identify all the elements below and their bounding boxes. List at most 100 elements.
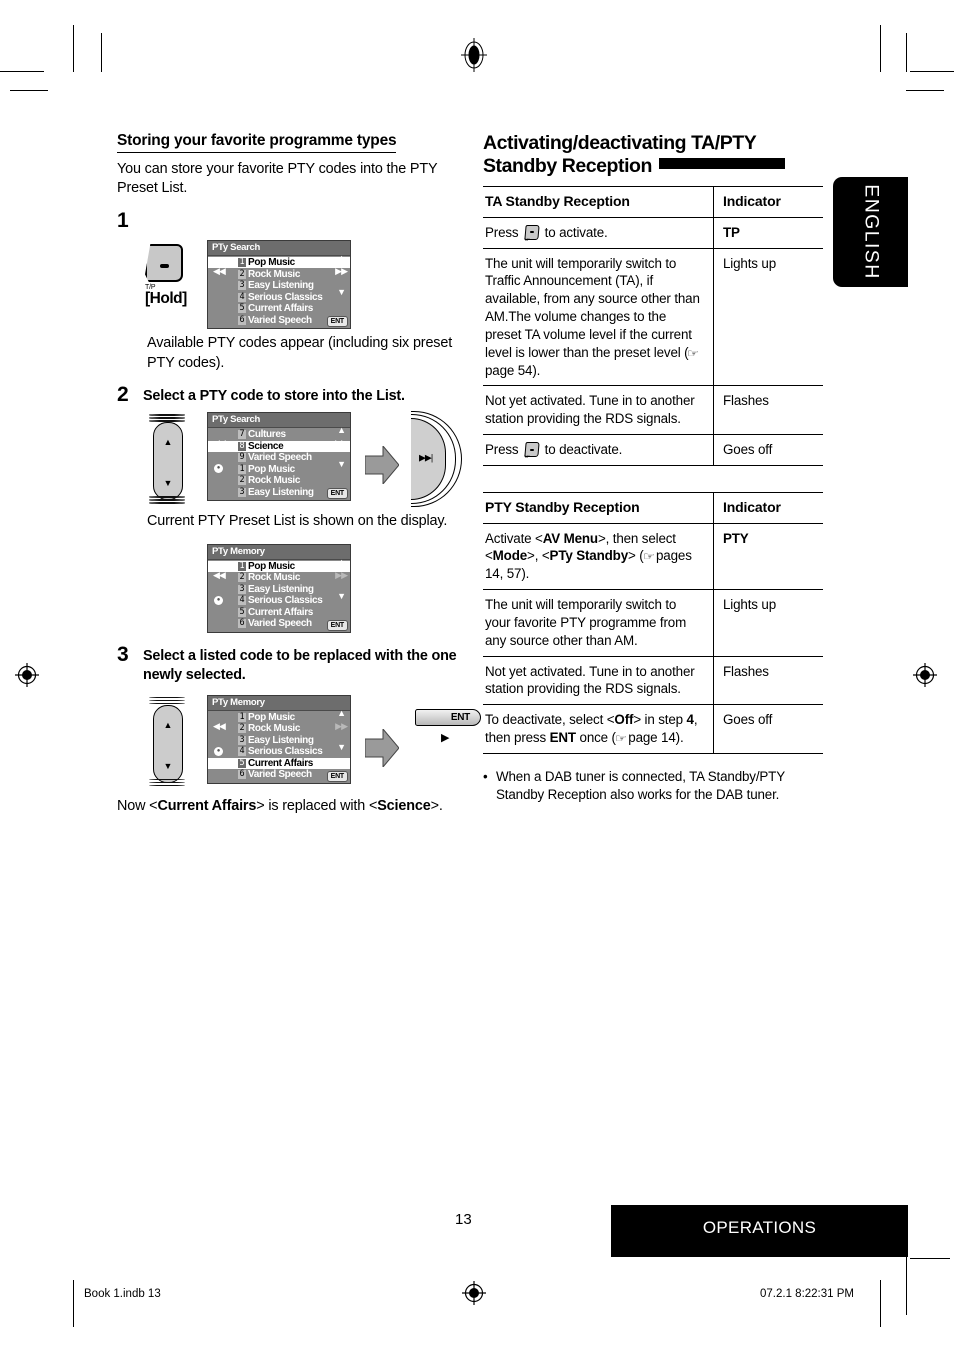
ta-row-description: Press T/P to deactivate. (483, 434, 714, 466)
page-title-line2: Standby Reception (483, 154, 652, 177)
next-track-button: ▶▶| (411, 411, 471, 508)
enter-circle-icon: ● (214, 462, 223, 474)
ent-button-graphic: ENT ▶ (415, 708, 487, 744)
lcd-display-step2b: PTy Memory 1 Pop Music 2 Rock Music 3 Easy Li… (207, 543, 351, 633)
crop-mark (880, 25, 882, 72)
lcd-item-number: 5 (238, 606, 246, 617)
scroll-wheel-control: ▲ ▼ (145, 414, 191, 506)
dab-note-text: When a DAB tuner is connected, TA Standb… (496, 768, 785, 802)
lcd-item-number: 3 (238, 734, 246, 745)
page-title: Activating/deactivating TA/PTY Standby R… (483, 132, 823, 177)
lcd-item-number: 9 (238, 452, 246, 463)
lcd-item-label: Rock Music (248, 475, 301, 487)
crop-mark (73, 1280, 75, 1327)
section-banner: OPERATIONS (611, 1205, 908, 1257)
ta-row-indicator: Flashes (713, 385, 823, 436)
lcd-item-label: Pop Music (248, 463, 295, 475)
wheel-up-arrow-icon: ▲ (163, 719, 173, 730)
lcd-item-label: Serious Classics (248, 746, 323, 758)
lcd-list-item: 2 Rock Music (208, 572, 350, 584)
next-track-icon: ▶▶ (335, 438, 348, 449)
lcd-title: PTy Search (208, 413, 350, 429)
lcd-item-number: 6 (238, 618, 246, 629)
wheel-motion-lines-bottom (149, 496, 185, 506)
right-column: Activating/deactivating TA/PTY Standby R… (483, 132, 823, 804)
bullet-icon: • (483, 768, 488, 784)
lcd-list-item: 8 Science (208, 440, 350, 453)
table-header-row: TA Standby Reception Indicator (483, 187, 823, 218)
wheel-body: ▲ ▼ (153, 422, 183, 501)
crop-mark (880, 1280, 882, 1327)
lcd-list-item: 4 Serious Classics (208, 291, 350, 303)
crop-mark (906, 90, 944, 92)
prev-track-icon: ◀◀ (213, 438, 226, 449)
table-row: Activate <AV Menu>, then select <Mode>, … (483, 523, 823, 591)
lcd-item-label: Varied Speech (248, 769, 312, 781)
lcd-item-number: 1 (238, 257, 246, 268)
section-heading: Storing your favorite programme types (117, 132, 397, 153)
tp-button-hold-label: [Hold] (145, 290, 187, 308)
pty-standby-table-wrap: PTY Standby Reception Indicator Activate… (483, 491, 823, 754)
step-1-number: 1 (117, 208, 129, 232)
flow-arrow-icon (365, 703, 399, 795)
crop-mark (10, 90, 48, 92)
lcd-display-step1: PTy Search 1 Pop Music 2 Rock Music 3 Easy Li… (207, 240, 351, 329)
ta-row-description: The unit will temporarily switch to Traf… (483, 248, 714, 387)
wheel-motion-lines-bottom (149, 778, 185, 789)
table-row: Press T/P to deactivate. Goes off (483, 434, 823, 466)
lcd-list-item: 2 Rock Music (208, 475, 350, 487)
crop-mark (73, 25, 75, 72)
lcd-item-label: Rock Music (248, 572, 301, 584)
step-1: 1 (117, 208, 457, 232)
language-tab-label: ENGLISH (860, 184, 882, 280)
crop-mark (906, 1255, 908, 1315)
wheel-up-arrow-icon: ▲ (163, 437, 173, 448)
pty-row-indicator: Goes off (713, 704, 823, 754)
lcd-item-number: 3 (238, 583, 246, 594)
lcd-item-number: 2 (238, 723, 246, 734)
registration-mark (461, 1280, 487, 1306)
section-banner-label: OPERATIONS (702, 1218, 817, 1237)
lcd-list-item: 5 Current Affairs (208, 607, 350, 619)
lcd-item-label: Current Affairs (248, 757, 313, 769)
tp-button-inline-icon: T/P (524, 224, 540, 242)
ta-standby-table-wrap: TA Standby Reception Indicator Press T/P… (483, 186, 823, 466)
pty-row-description: Activate <AV Menu>, then select <Mode>, … (483, 523, 714, 591)
next-track-icon: ▶▶ (335, 569, 348, 580)
lcd-item-number: 4 (238, 291, 246, 302)
crop-mark (906, 33, 908, 72)
next-track-icon: ▶▶ (335, 266, 348, 277)
table-row: The unit will temporarily switch to Traf… (483, 248, 823, 387)
step-2-illustration-2: PTy Memory 1 Pop Music 2 Rock Music 3 Easy Li… (143, 538, 457, 633)
lcd-item-label: Pop Music (248, 257, 295, 269)
enter-circle-icon: ● (214, 594, 223, 605)
dab-note: • When a DAB tuner is connected, TA Stan… (483, 768, 823, 804)
registration-mark (14, 662, 40, 688)
table-row: Press T/P to activate. TP (483, 217, 823, 249)
registration-mark (912, 662, 938, 688)
step-2: 2 Select a PTY code to store into the Li… (117, 384, 457, 406)
lcd-item-number: 6 (238, 314, 246, 325)
lcd-display-step2: PTy Search 7 Cultures 8 Science 9 Varied Spee… (207, 412, 351, 502)
left-column: Storing your favorite programme types Yo… (117, 132, 481, 816)
ta-row-indicator: Goes off (713, 434, 823, 466)
page-title-line1: Activating/deactivating TA/PTY (483, 132, 757, 154)
ta-standby-table: TA Standby Reception Indicator Press T/P… (483, 187, 823, 466)
print-timestamp: 07.2.1 8:22:31 PM (760, 1288, 854, 1300)
title-rule (658, 157, 785, 169)
lcd-item-label: Rock Music (248, 268, 301, 280)
crop-mark (101, 33, 103, 72)
lcd-display-step3: PTy Memory 1 Pop Music 2 Rock Music 3 Easy Li… (207, 694, 351, 784)
step-3-number: 3 (117, 642, 129, 666)
step-2-illustration: ▲ ▼ PTy Search 7 Cultures 8 Science 9 Varied … (143, 411, 462, 508)
lcd-item-label: Cultures (248, 429, 286, 441)
lcd-item-number: 2 (238, 572, 246, 583)
lcd-ent-badge: ENT (326, 770, 348, 782)
scroll-up-icon: ▲ (337, 556, 346, 567)
scroll-down-icon: ▼ (337, 459, 346, 470)
lcd-list-item: 1 Pop Music (208, 464, 350, 476)
lcd-list-item: 5 Current Affairs (208, 757, 350, 770)
prev-track-icon: ◀◀ (213, 266, 226, 277)
lcd-list-item: 4 Serious Classics (208, 595, 350, 607)
lcd-item-number: 4 (238, 746, 246, 757)
